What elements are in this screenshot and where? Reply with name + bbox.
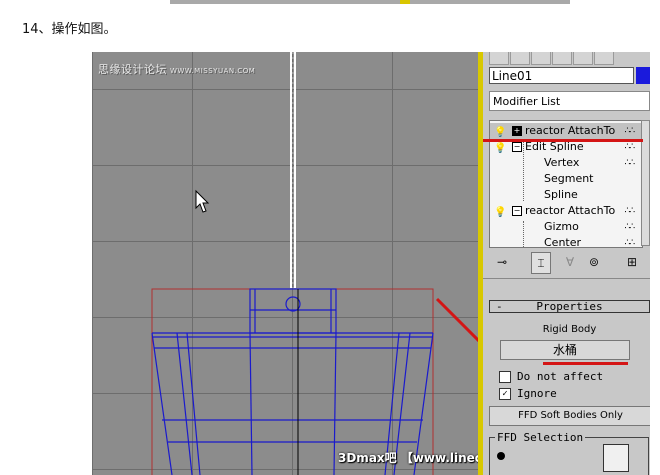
previous-screenshot-highlight xyxy=(400,0,410,4)
object-name-field[interactable]: Line01 xyxy=(489,67,634,84)
annotation-underline-rigid-body xyxy=(543,362,628,365)
motion-tab-icon[interactable] xyxy=(552,52,572,65)
perspective-viewport[interactable]: 思缘设计论坛 WWW.MISSYUAN.COM 3Dmax吧 【www.linec… xyxy=(92,52,612,475)
show-end-result-icon[interactable]: ⌶ xyxy=(531,252,551,274)
ffd-soft-bodies-only-button[interactable]: FFD Soft Bodies Only xyxy=(489,406,650,426)
instance-dots-icon: ∴∴ xyxy=(624,222,636,232)
object-color-swatch[interactable] xyxy=(636,67,650,84)
scene-wireframe xyxy=(151,52,479,475)
create-tab-icon[interactable] xyxy=(489,52,509,65)
watermark-url: WWW.MISSYUAN.COM xyxy=(170,67,256,75)
step-caption: 14、操作如图。 xyxy=(22,22,117,37)
utilities-tab-icon[interactable] xyxy=(594,52,614,65)
rigid-body-pick-button[interactable]: 水桶 xyxy=(500,340,630,360)
stack-item-label: reactor AttachTo xyxy=(525,204,616,217)
stack-subitem-gizmo[interactable]: Gizmo ∴∴ xyxy=(490,219,642,235)
stack-item-label: reactor AttachTo xyxy=(525,124,616,137)
instance-dots-icon: ∴∴ xyxy=(624,158,636,168)
annotation-underline-stack xyxy=(483,139,643,142)
stack-item-reactor-attachto-2[interactable]: 💡 − reactor AttachTo ∴∴ xyxy=(490,203,642,219)
rigid-body-label: Rigid Body xyxy=(542,324,597,335)
stack-subitem-label: Center xyxy=(544,236,582,248)
ffd-pick-button[interactable] xyxy=(603,444,629,472)
properties-rollout-header[interactable]: - Properties xyxy=(489,300,650,313)
previous-screenshot-edge xyxy=(170,0,570,4)
stack-toolbar: ⊸ ⌶ ∀ ⊚ ⊞ xyxy=(489,252,649,274)
ffd-selection-title: FFD Selection xyxy=(495,431,586,444)
stack-subitem-label: Gizmo xyxy=(544,220,579,233)
rope-wireframe xyxy=(290,52,296,288)
ignore-checkbox[interactable]: ✓ xyxy=(499,388,511,400)
pin-stack-icon[interactable]: ⊸ xyxy=(493,252,511,272)
instance-dots-icon: ∴∴ xyxy=(624,126,636,136)
modifier-list-dropdown[interactable]: Modifier List xyxy=(489,91,650,111)
do-not-affect-row[interactable]: Do not affect xyxy=(499,370,639,384)
stack-subitem-label: Segment xyxy=(544,172,594,185)
hierarchy-tab-icon[interactable] xyxy=(531,52,551,65)
ignore-row[interactable]: ✓ Ignore xyxy=(499,387,639,401)
mouse-cursor-icon xyxy=(195,189,210,213)
collapse-icon[interactable]: − xyxy=(512,206,522,216)
do-not-affect-label: Do not affect xyxy=(517,370,604,383)
stack-subitem-spline[interactable]: Spline xyxy=(490,187,642,203)
panel-separator xyxy=(483,278,650,279)
command-panel: Line01 Modifier List 💡 + reactor AttachT… xyxy=(483,52,650,475)
ignore-label: Ignore xyxy=(517,387,557,400)
configure-sets-icon[interactable]: ⊞ xyxy=(623,252,641,272)
selection-bounding-box xyxy=(151,288,434,475)
bucket-wireframe xyxy=(151,288,434,475)
display-tab-icon[interactable] xyxy=(573,52,593,65)
instance-dots-icon: ∴∴ xyxy=(624,206,636,216)
stack-subitem-segment[interactable]: Segment xyxy=(490,171,642,187)
stack-subitem-label: Spline xyxy=(544,188,578,201)
modify-tab-icon[interactable] xyxy=(510,52,530,65)
annotation-arrow-line xyxy=(435,297,479,344)
stack-subitem-vertex[interactable]: Vertex ∴∴ xyxy=(490,155,642,171)
max-screenshot: 思缘设计论坛 WWW.MISSYUAN.COM 3Dmax吧 【www.linec… xyxy=(92,52,650,475)
ffd-radio-button[interactable] xyxy=(497,452,505,460)
modifier-list-label: Modifier List xyxy=(493,95,561,108)
make-unique-icon[interactable]: ∀ xyxy=(561,252,579,272)
stack-subitem-label: Vertex xyxy=(544,156,580,169)
watermark-top: 思缘设计论坛 WWW.MISSYUAN.COM xyxy=(98,61,255,77)
expand-icon[interactable]: + xyxy=(512,126,522,136)
remove-modifier-icon[interactable]: ⊚ xyxy=(585,252,603,272)
collapse-icon[interactable]: − xyxy=(512,142,522,152)
instance-dots-icon: ∴∴ xyxy=(624,238,636,248)
stack-item-reactor-attachto[interactable]: 💡 + reactor AttachTo ∴∴ xyxy=(490,123,642,139)
rollout-title: Properties xyxy=(536,300,603,313)
stack-subitem-center[interactable]: Center ∴∴ xyxy=(490,235,642,248)
watermark-cn: 思缘设计论坛 xyxy=(98,63,167,76)
do-not-affect-checkbox[interactable] xyxy=(499,371,511,383)
